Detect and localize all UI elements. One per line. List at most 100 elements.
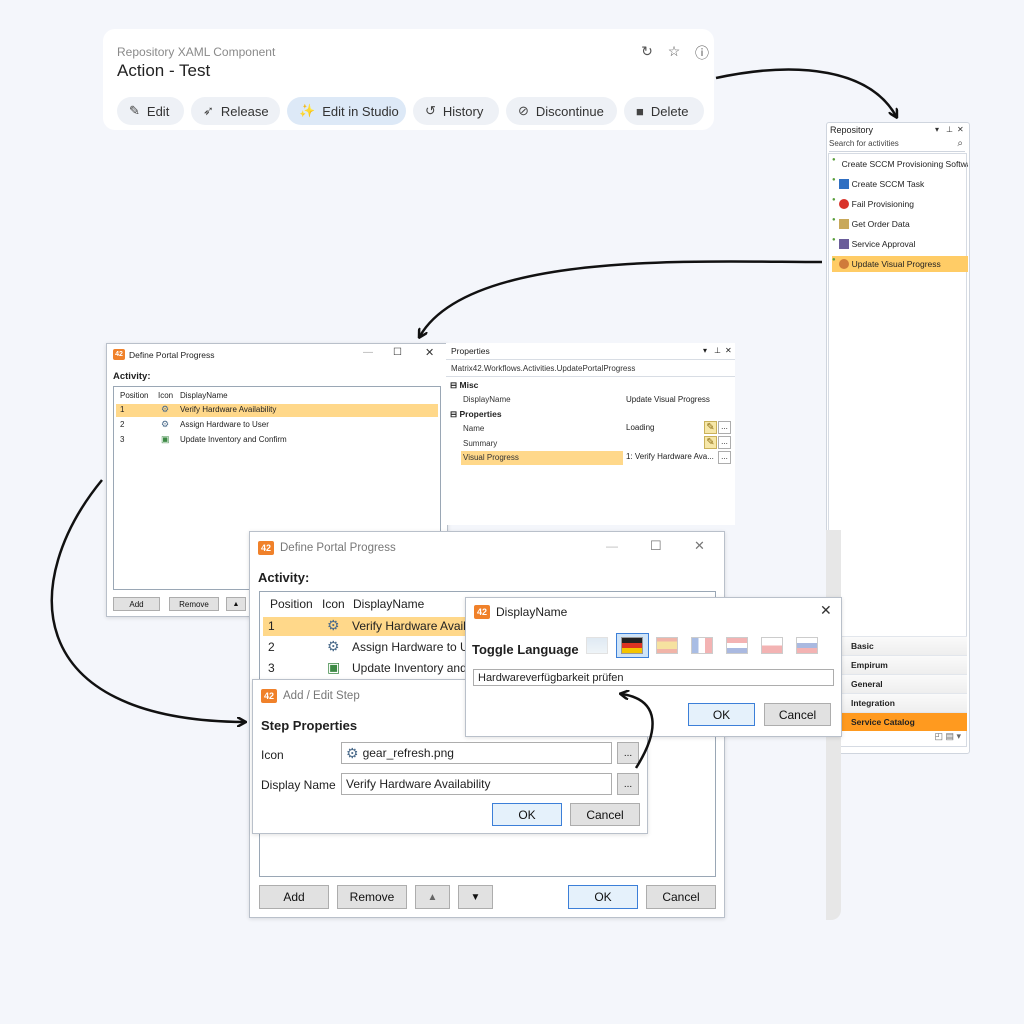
icon-browse-button[interactable]: ... [617,742,639,764]
panel-footer-icons[interactable]: ◰ ▤ ▾ [827,731,967,749]
column-displayname[interactable]: DisplayName [180,391,228,400]
cancel-button[interactable]: Cancel [764,703,831,726]
release-button[interactable]: ➶ Release [191,97,280,125]
close-icon[interactable]: ✕ [820,602,832,619]
add-button[interactable]: Add [259,885,329,909]
remove-button[interactable]: Remove [337,885,407,909]
ok-button[interactable]: OK [688,703,755,726]
add-button[interactable]: Add [113,597,160,611]
order-data-icon [838,219,849,229]
pin-icon[interactable]: ⊥ [946,125,953,134]
window-title: 42 Add / Edit Step [261,689,360,703]
category-general[interactable]: General [827,674,967,693]
flag-uk-icon[interactable] [586,637,608,654]
column-position[interactable]: Position [270,597,313,611]
cancel-button[interactable]: Cancel [646,885,716,909]
list-item-selected[interactable]: ● Update Visual Progress [832,256,968,272]
misc-section[interactable]: ⊟ Misc [450,380,478,391]
move-down-button[interactable]: ▼ [458,885,493,909]
refresh-icon[interactable]: ↻ [638,43,656,60]
help-icon[interactable]: ⓘ [693,43,711,63]
window-title: 42 DisplayName [474,605,567,619]
ok-button[interactable]: OK [568,885,638,909]
list-item[interactable]: ● Create SCCM Task [832,176,968,192]
gear-icon: ⚙ [327,617,340,633]
close-icon[interactable]: ✕ [957,125,964,134]
icon-label: Icon [261,748,284,762]
close-icon[interactable]: ✕ [694,538,705,554]
flag-spain-icon[interactable] [656,637,678,654]
dropdown-icon[interactable]: ▾ [935,125,939,134]
pin-icon[interactable]: ⊥ [714,346,721,355]
arrow-repository-to-define [420,260,823,336]
column-icon[interactable]: Icon [322,597,345,611]
browse-button[interactable]: ... [718,436,731,449]
property-value[interactable]: Loading [626,423,654,432]
component-type: Repository XAML Component [117,45,276,59]
property-key: DisplayName [463,395,511,404]
list-item[interactable]: ● Create SCCM Provisioning Software [832,156,968,172]
display-name-field[interactable]: Verify Hardware Availability [341,773,612,795]
icon-field[interactable]: ⚙ gear_refresh.png [341,742,612,764]
table-row[interactable]: 1 ⚙ Verify Hardware Availability [116,404,438,417]
gear-icon: ⚙ [161,404,170,414]
pencil-icon[interactable]: ✎ [704,421,717,434]
star-icon[interactable]: ☆ [665,43,683,60]
flag-germany-icon[interactable] [621,637,643,654]
properties-section[interactable]: ⊟ Properties [450,409,502,420]
table-row[interactable]: 2 ⚙ Assign Hardware to User [116,419,438,432]
list-item[interactable]: ● Get Order Data [832,216,968,232]
flag-russia-icon[interactable] [796,637,818,654]
table-row[interactable]: 3 ▣ Update Inventory and Confirm [116,434,438,447]
list-item[interactable]: ● Fail Provisioning [832,196,968,212]
cancel-button[interactable]: Cancel [570,803,640,826]
gear-icon: ⚙ [161,419,170,429]
activity-search-input[interactable]: Search for activities ⌕ [829,138,965,152]
category-list: Basic Empirum General Integration Servic… [827,636,967,749]
component-card: Repository XAML Component Action - Test … [103,29,714,130]
category-integration[interactable]: Integration [827,693,967,712]
matrix42-logo: 42 [261,689,277,703]
column-icon[interactable]: Icon [158,391,173,400]
delete-button[interactable]: ■ Delete [624,97,704,125]
edit-button[interactable]: ✎ Edit [117,97,184,125]
displayname-dialog: 42 DisplayName ✕ Toggle Language Hardwar… [465,597,842,737]
column-displayname[interactable]: DisplayName [353,597,424,611]
maximize-icon[interactable]: ☐ [650,538,662,554]
window-title: 42 Define Portal Progress [258,541,396,555]
flag-poland-icon[interactable] [761,637,783,654]
category-empirum[interactable]: Empirum [827,655,967,674]
ok-button[interactable]: OK [492,803,562,826]
property-value[interactable]: 1: Verify Hardware Ava... [626,452,714,461]
matrix42-logo: 42 [258,541,274,555]
close-icon[interactable]: ✕ [425,346,434,359]
display-name-browse-button[interactable]: ... [617,773,639,795]
magic-wand-icon: ✨ [299,103,316,118]
maximize-icon[interactable]: ☐ [393,347,402,358]
browse-button[interactable]: ... [718,451,731,464]
edit-in-studio-button[interactable]: ✨ Edit in Studio [287,97,406,125]
flag-france-icon[interactable] [691,637,713,654]
discontinue-button[interactable]: ⊘ Discontinue [506,97,617,125]
rocket-icon: ➶ [203,103,214,118]
remove-button[interactable]: Remove [169,597,219,611]
pencil-icon[interactable]: ✎ [704,436,717,449]
arrow-card-to-repository [715,68,896,116]
move-up-button[interactable]: ▲ [226,597,246,611]
category-service-catalog[interactable]: Service Catalog [827,712,967,731]
sccm-icon [838,179,849,189]
flag-netherlands-icon[interactable] [726,637,748,654]
property-value[interactable]: Update Visual Progress [626,395,710,404]
close-icon[interactable]: ✕ [725,346,732,355]
column-position[interactable]: Position [120,391,148,400]
gear-refresh-icon: ⚙ [346,744,359,761]
list-item[interactable]: ● Service Approval [832,236,968,252]
category-basic[interactable]: Basic [827,636,967,655]
browse-button[interactable]: ... [718,421,731,434]
display-name-input[interactable]: Hardwareverfügbarkeit prüfen [473,669,834,686]
dropdown-icon[interactable]: ▾ [703,346,707,355]
history-button[interactable]: ↺ History [413,97,499,125]
minimize-icon[interactable]: — [363,347,373,358]
minimize-icon[interactable]: — [606,539,618,553]
move-up-button[interactable]: ▲ [415,885,450,909]
